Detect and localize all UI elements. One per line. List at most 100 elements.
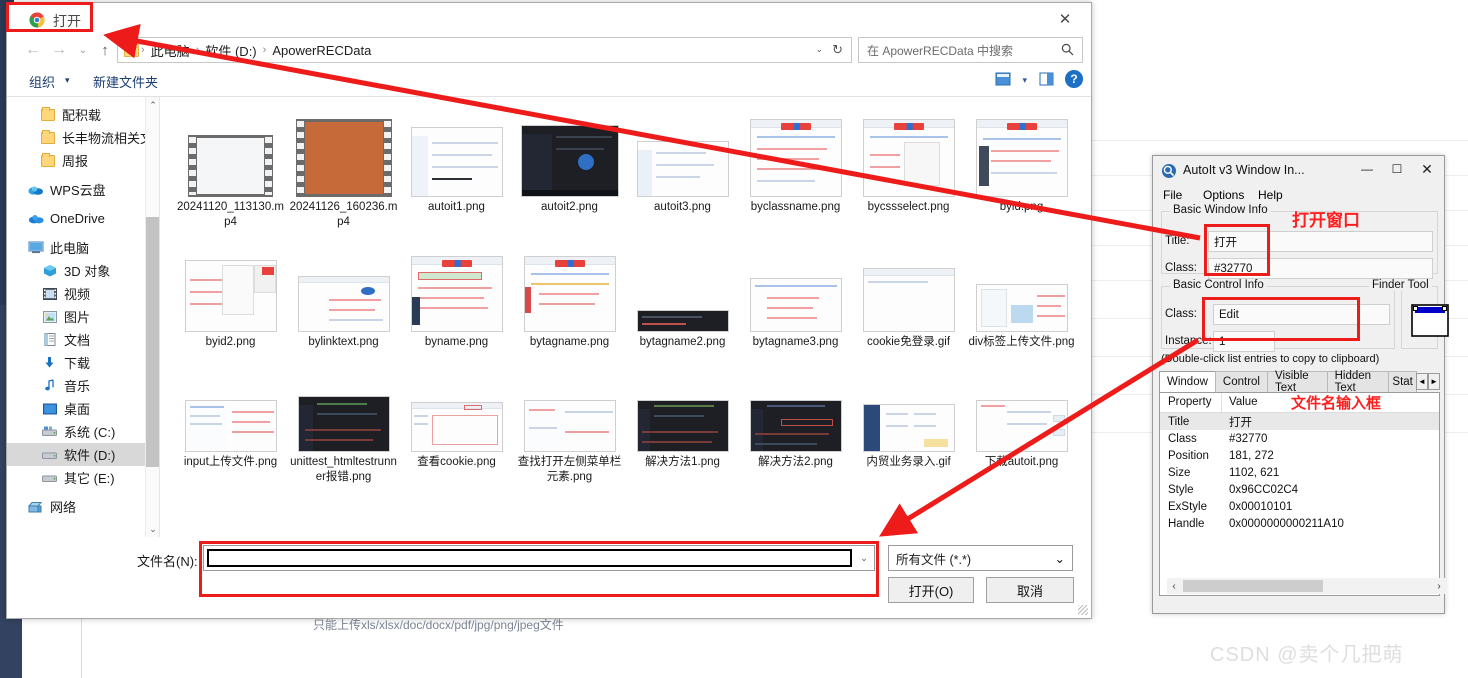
sidebar-scrollbar[interactable]: ⌃ ⌄ [145, 97, 159, 537]
scrollbar-thumb[interactable] [1183, 580, 1323, 592]
table-row[interactable]: Position 181, 272 [1160, 447, 1439, 464]
file-item[interactable]: div标签上传文件.png [965, 244, 1078, 350]
autoit-property-table[interactable]: Property Value Title 打开 Class #32770 Pos… [1159, 392, 1446, 596]
breadcrumb-this-pc[interactable]: 此电脑 [147, 41, 194, 60]
scrollbar-thumb[interactable] [146, 217, 159, 467]
file-item[interactable]: 内贸业务录入.gif [852, 364, 965, 485]
table-row[interactable]: Handle 0x0000000000211A10 [1160, 515, 1439, 532]
file-item[interactable]: 解决方法1.png [626, 364, 739, 485]
menu-options[interactable]: Options [1203, 188, 1244, 202]
tab-visible-text[interactable]: Visible Text [1266, 370, 1328, 394]
sidebar-item-drive-d[interactable]: 软件 (D:) [7, 443, 159, 466]
tab-scroll-right-icon[interactable]: ► [1427, 373, 1440, 390]
filename-combobox[interactable]: ⌄ [203, 545, 875, 571]
sidebar-item-changfeng[interactable]: 长丰物流相关文 [7, 126, 159, 149]
control-instance-value[interactable]: 1 [1213, 331, 1275, 352]
close-icon[interactable]: ✕ [1045, 7, 1085, 31]
sidebar-item-pictures[interactable]: 图片 [7, 305, 159, 328]
finder-tool-icon[interactable] [1411, 304, 1449, 337]
file-type-filter[interactable]: 所有文件 (*.*) ⌄ [888, 545, 1073, 571]
file-item[interactable]: byid.png [965, 109, 1078, 230]
breadcrumb-drive-d[interactable]: 软件 (D:) [201, 41, 260, 60]
table-row[interactable]: Style 0x96CC02C4 [1160, 481, 1439, 498]
table-row[interactable]: Size 1102, 621 [1160, 464, 1439, 481]
chevron-down-icon[interactable]: ⌄ [815, 44, 823, 55]
file-item[interactable]: bytagname3.png [739, 244, 852, 350]
file-item[interactable]: byname.png [400, 244, 513, 350]
file-item[interactable]: 20241120_113130.mp4 [174, 109, 287, 230]
sidebar-item-zhoubao[interactable]: 周报 [7, 149, 159, 172]
sidebar-item-this-pc[interactable]: 此电脑 [7, 236, 159, 259]
new-folder-button[interactable]: 新建文件夹 [93, 72, 158, 91]
breadcrumb-folder[interactable]: ApowerRECData [268, 43, 375, 58]
sidebar-item-drive-e[interactable]: 其它 (E:) [7, 466, 159, 489]
up-button[interactable]: ↑ [93, 39, 117, 61]
sidebar-item-onedrive[interactable]: OneDrive [7, 207, 159, 230]
tab-control[interactable]: Control [1214, 371, 1268, 392]
chevron-down-icon[interactable]: ⌄ [854, 553, 874, 564]
close-icon[interactable]: ✕ [1412, 156, 1442, 182]
file-item[interactable]: byclassname.png [739, 109, 852, 230]
scroll-right-icon[interactable]: › [1432, 581, 1446, 592]
tab-scroll-left-icon[interactable]: ◄ [1415, 373, 1428, 390]
scroll-down-icon[interactable]: ⌄ [146, 521, 159, 537]
file-list-view[interactable]: 20241120_113130.mp4 20241126_160236.mp4 … [160, 97, 1091, 537]
file-item[interactable]: autoit3.png [626, 109, 739, 230]
table-row[interactable]: ExStyle 0x00010101 [1160, 498, 1439, 515]
search-input[interactable]: 在 ApowerRECData 中搜索 [859, 42, 1013, 59]
view-options-icon[interactable] [995, 71, 1013, 87]
table-row[interactable]: Title 打开 [1160, 413, 1439, 430]
filename-input[interactable] [207, 549, 852, 567]
file-item[interactable]: bylinktext.png [287, 244, 400, 350]
organize-button[interactable]: 组织 [29, 72, 55, 91]
sidebar-item-music[interactable]: 音乐 [7, 374, 159, 397]
address-bar[interactable]: › 此电脑 › 软件 (D:) › ApowerRECData ⌄ ↻ [117, 37, 852, 63]
tab-hidden-text[interactable]: Hidden Text [1326, 370, 1390, 394]
file-item[interactable]: bytagname2.png [626, 244, 739, 350]
tab-window[interactable]: Window [1159, 371, 1216, 392]
file-item[interactable]: input上传文件.png [174, 364, 287, 485]
sidebar-item-drive-c[interactable]: 系统 (C:) [7, 420, 159, 443]
file-item[interactable]: byid2.png [174, 244, 287, 350]
chevron-down-icon[interactable]: ▾ [1022, 75, 1027, 86]
scroll-up-icon[interactable]: ⌃ [146, 97, 159, 113]
file-item[interactable]: bytagname.png [513, 244, 626, 350]
file-item[interactable]: 查看cookie.png [400, 364, 513, 485]
menu-help[interactable]: Help [1258, 188, 1283, 202]
chevron-down-icon[interactable]: ▾ [65, 75, 70, 86]
sidebar-item-peijizai[interactable]: 配积载 [7, 103, 159, 126]
chevron-down-icon[interactable]: ⌄ [1055, 551, 1065, 566]
recent-locations-button[interactable]: ⌄ [71, 39, 95, 61]
file-item[interactable]: 解决方法2.png [739, 364, 852, 485]
refresh-icon[interactable]: ↻ [832, 42, 843, 58]
sidebar-item-network[interactable]: 网络 [7, 495, 159, 518]
file-item[interactable]: 查找打开左侧菜单栏元素.png [513, 364, 626, 485]
file-item[interactable]: 下载autoit.png [965, 364, 1078, 485]
maximize-icon[interactable]: ☐ [1382, 156, 1412, 182]
table-row[interactable]: Class #32770 [1160, 430, 1439, 447]
window-title-value[interactable]: 打开 [1208, 231, 1433, 252]
file-item[interactable]: 20241126_160236.mp4 [287, 109, 400, 230]
window-class-value[interactable]: #32770 [1208, 258, 1433, 279]
cancel-button[interactable]: 取消 [986, 577, 1074, 603]
minimize-icon[interactable]: — [1352, 156, 1382, 182]
tab-statusbar[interactable]: Stat [1388, 371, 1417, 392]
back-button[interactable]: ← [21, 39, 45, 61]
file-item[interactable]: unittest_htmltestrunner报错.png [287, 364, 400, 485]
file-item[interactable]: autoit1.png [400, 109, 513, 230]
sidebar-item-3d-objects[interactable]: 3D 对象 [7, 259, 159, 282]
file-item[interactable]: autoit2.png [513, 109, 626, 230]
sidebar-item-wps-cloud[interactable]: WPS云盘 [7, 178, 159, 201]
scroll-left-icon[interactable]: ‹ [1167, 581, 1181, 592]
file-item[interactable]: bycssselect.png [852, 109, 965, 230]
sidebar-item-documents[interactable]: 文档 [7, 328, 159, 351]
help-icon[interactable]: ? [1065, 70, 1083, 88]
forward-button[interactable]: → [47, 39, 71, 61]
file-item[interactable]: cookie免登录.gif [852, 244, 965, 350]
preview-pane-icon[interactable] [1039, 71, 1055, 87]
sidebar-item-desktop[interactable]: 桌面 [7, 397, 159, 420]
open-button[interactable]: 打开(O) [888, 577, 974, 603]
horizontal-scrollbar[interactable]: ‹ › [1167, 578, 1446, 594]
control-class-value[interactable]: Edit [1213, 304, 1390, 325]
sidebar-item-videos[interactable]: 视频 [7, 282, 159, 305]
